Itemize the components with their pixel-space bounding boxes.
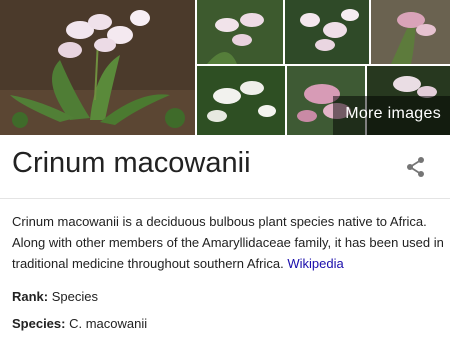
plant-photo-thumb (197, 0, 283, 64)
entity-title: Crinum macowanii (12, 147, 251, 179)
main-photo[interactable] (0, 0, 195, 135)
share-icon[interactable] (404, 155, 428, 179)
plant-photo-main (0, 0, 195, 135)
plant-photo-thumb (285, 0, 369, 64)
plant-photo-thumb (197, 66, 285, 135)
thumb-4[interactable] (197, 66, 285, 135)
image-gallery: More images (0, 0, 450, 135)
thumb-1[interactable] (197, 0, 283, 64)
wikipedia-link[interactable]: Wikipedia (287, 256, 343, 271)
divider (0, 198, 450, 199)
entity-description: Crinum macowanii is a deciduous bulbous … (12, 211, 446, 274)
fact-rank: Rank: Species (12, 289, 98, 304)
more-images-button[interactable]: More images (333, 96, 450, 135)
description-text: Crinum macowanii is a deciduous bulbous … (12, 214, 444, 271)
thumb-3[interactable] (371, 0, 450, 64)
fact-value: C. macowanii (69, 316, 148, 331)
thumb-2[interactable] (285, 0, 369, 64)
fact-value: Species (51, 289, 98, 304)
more-images-label: More images (345, 105, 441, 122)
fact-species: Species: C. macowanii (12, 316, 147, 331)
plant-photo-thumb (371, 0, 450, 64)
fact-label: Species: (12, 316, 66, 331)
fact-label: Rank: (12, 289, 49, 304)
